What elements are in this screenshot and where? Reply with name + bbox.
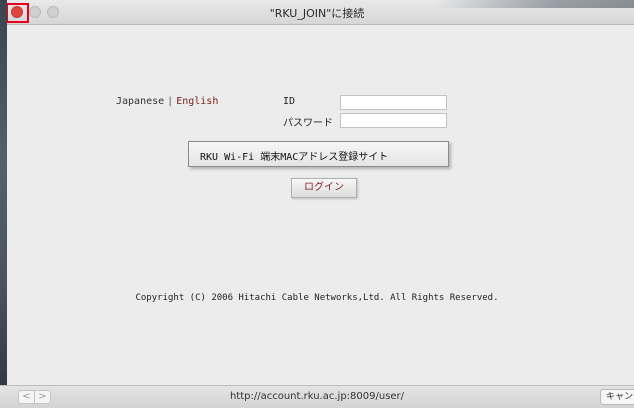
password-label: パスワード [283,118,333,129]
site-select[interactable]: RKU Wi-Fi 端末MACアドレス登録サイト [188,141,449,167]
id-input[interactable] [340,95,447,110]
language-japanese-link[interactable]: Japanese [116,96,164,107]
password-input[interactable] [340,113,447,128]
cancel-button[interactable]: キャンセル [600,389,634,405]
id-label: ID [283,96,296,107]
window-title: "RKU_JOIN"に接続 [269,7,365,20]
browser-window: "RKU_JOIN"に接続 Japanese | English ID パスワード … [0,0,634,408]
title-bar: "RKU_JOIN"に接続 [0,0,634,25]
status-bar: < > http://account.rku.ac.jp:8009/user/ … [0,385,634,408]
language-separator: | [167,96,174,107]
desktop-background [0,0,7,408]
login-page [7,25,634,385]
login-button[interactable]: ログイン [291,178,357,198]
status-url: http://account.rku.ac.jp:8009/user/ [229,391,405,402]
copyright-text: Copyright (C) 2006 Hitachi Cable Network… [135,293,499,303]
language-switcher: Japanese | English [116,96,218,107]
language-english-link[interactable]: English [176,96,218,107]
